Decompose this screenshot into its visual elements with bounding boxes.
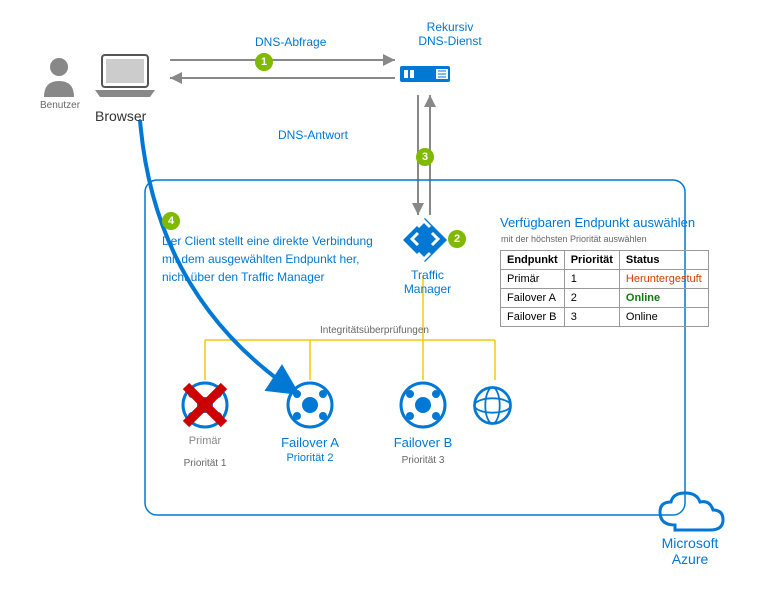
azure-cloud-icon xyxy=(655,490,725,538)
browser-label: Browser xyxy=(95,108,146,124)
table-row: Failover A 2 Online xyxy=(501,289,709,308)
select-endpoint-title: Verfügbaren Endpunkt auswählen xyxy=(500,215,695,230)
azure-line2: Azure xyxy=(655,551,725,567)
client-connect-line2: mit dem ausgewählten Endpunkt her, xyxy=(162,250,373,268)
endpoint-primary-icon xyxy=(180,380,230,433)
badge-3: 3 xyxy=(416,148,434,166)
azure-line1: Microsoft xyxy=(655,535,725,551)
table-row: Primär 1 Heruntergestuft xyxy=(501,270,709,289)
endpoint-failoverB-icon xyxy=(398,380,448,433)
th-priority: Priorität xyxy=(564,251,619,270)
traffic-manager-icon xyxy=(400,215,450,268)
endpoint-failoverB-priority: Priorität 3 xyxy=(398,455,448,466)
table-row: Failover B 3 Online xyxy=(501,308,709,327)
dns-query-label: DNS-Abfrage xyxy=(255,35,326,49)
table-header-row: Endpunkt Priorität Status xyxy=(501,251,709,270)
th-endpoint: Endpunkt xyxy=(501,251,565,270)
traffic-manager-label: Traffic Manager xyxy=(390,268,465,296)
badge-4: 4 xyxy=(162,212,180,230)
dns-response-label: DNS-Antwort xyxy=(278,128,348,142)
endpoint-table: Endpunkt Priorität Status Primär 1 Herun… xyxy=(500,250,709,327)
badge-2: 2 xyxy=(448,230,466,248)
client-connect-line1: Der Client stellt eine direkte Verbindun… xyxy=(162,232,373,250)
endpoint-table-wrap: Endpunkt Priorität Status Primär 1 Herun… xyxy=(500,250,709,327)
health-checks-label: Integritätsüberprüfungen xyxy=(320,325,429,336)
azure-label: Microsoft Azure xyxy=(655,535,725,567)
dns-service-label: Rekursiv DNS-Dienst xyxy=(410,20,490,48)
dns-service-line2: DNS-Dienst xyxy=(410,34,490,48)
endpoint-failoverA-icon xyxy=(285,380,335,433)
endpoint-primary-priority: Priorität 1 xyxy=(180,458,230,469)
dns-server-icon xyxy=(400,58,460,91)
endpoint-failoverA-name: Failover A xyxy=(275,435,345,450)
dns-service-line1: Rekursiv xyxy=(410,20,490,34)
globe-icon xyxy=(470,383,515,431)
badge-1: 1 xyxy=(255,53,273,71)
endpoint-failoverA-priority: Priorität 2 xyxy=(275,452,345,464)
user-icon xyxy=(40,55,78,100)
laptop-icon xyxy=(90,50,160,103)
select-endpoint-sub: mit der höchsten Priorität auswählen xyxy=(501,234,647,244)
th-status: Status xyxy=(619,251,708,270)
user-label: Benutzer xyxy=(40,100,80,111)
client-connect-line3: nicht über den Traffic Manager xyxy=(162,268,373,286)
client-connect-text: Der Client stellt eine direkte Verbindun… xyxy=(162,232,373,286)
endpoint-primary-name: Primär xyxy=(175,435,235,447)
endpoint-failoverB-name: Failover B xyxy=(388,435,458,450)
